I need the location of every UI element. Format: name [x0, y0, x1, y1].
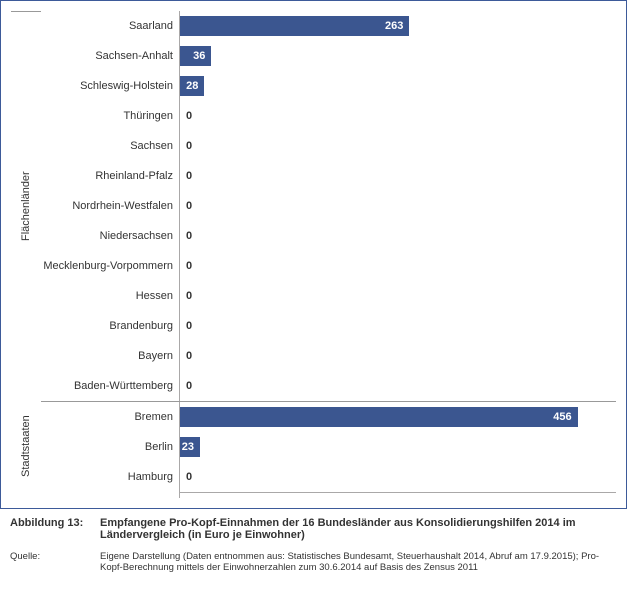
category-label: Saarland	[41, 20, 179, 32]
bar-value: 0	[180, 350, 192, 362]
bar-row: Baden-Württemberg 0	[41, 371, 616, 401]
category-label: Sachsen-Anhalt	[41, 50, 179, 62]
bar-row: Sachsen 0	[41, 131, 616, 161]
category-label: Niedersachsen	[41, 230, 179, 242]
bar-cell: 0	[180, 376, 616, 396]
category-label: Bayern	[41, 350, 179, 362]
bar-value: 0	[180, 290, 192, 302]
bar-row: Schleswig-Holstein 28	[41, 71, 616, 101]
bar: 36	[180, 46, 211, 66]
x-axis	[41, 492, 616, 502]
bars-area: Saarland 263 Sachsen-Anhalt 36 S	[41, 11, 616, 502]
bar-row: Nordrhein-Westfalen 0	[41, 191, 616, 221]
bar-value: 0	[180, 140, 192, 152]
bar-cell: 0	[180, 166, 616, 186]
bar: 263	[180, 16, 409, 36]
bar-row: Hessen 0	[41, 281, 616, 311]
bar: 23	[180, 437, 200, 457]
source-lead: Quelle:	[10, 551, 100, 573]
bar-row: Hamburg 0	[41, 462, 616, 492]
bar-row: Rheinland-Pfalz 0	[41, 161, 616, 191]
bar-row: Sachsen-Anhalt 36	[41, 41, 616, 71]
bar-value: 0	[180, 320, 192, 332]
bar-row: Bremen 456	[41, 402, 616, 432]
group-label-stadtstaaten: Stadtstaaten	[11, 401, 41, 491]
bar-cell: 0	[180, 136, 616, 156]
category-label: Schleswig-Holstein	[41, 80, 179, 92]
chart-inner: Flächenländer Stadtstaaten Saarland 263 …	[11, 11, 616, 502]
figure-caption: Abbildung 13: Empfangene Pro-Kopf-Einnah…	[0, 509, 627, 543]
bar-value: 0	[180, 471, 192, 483]
category-label: Berlin	[41, 441, 179, 453]
bar-value: 23	[176, 441, 200, 453]
bar-row: Mecklenburg-Vorpommern 0	[41, 251, 616, 281]
bar-cell: 0	[180, 196, 616, 216]
bar-cell: 263	[180, 16, 616, 36]
category-label: Rheinland-Pfalz	[41, 170, 179, 182]
category-label: Hamburg	[41, 471, 179, 483]
bar-row: Berlin 23	[41, 432, 616, 462]
bar: 456	[180, 407, 578, 427]
category-label: Baden-Württemberg	[41, 380, 179, 392]
bar-value: 263	[379, 20, 409, 32]
bar-value: 36	[187, 50, 211, 62]
bar-cell: 0	[180, 346, 616, 366]
bar-cell: 28	[180, 76, 616, 96]
bar-value: 456	[547, 411, 577, 423]
bar-cell: 0	[180, 467, 616, 487]
bar-value: 0	[180, 230, 192, 242]
category-label: Hessen	[41, 290, 179, 302]
bar-value: 28	[180, 80, 204, 92]
category-label: Sachsen	[41, 140, 179, 152]
bar-cell: 0	[180, 106, 616, 126]
bar-value: 0	[180, 200, 192, 212]
bar-cell: 23	[180, 437, 616, 457]
category-label: Bremen	[41, 411, 179, 423]
bar-row: Niedersachsen 0	[41, 221, 616, 251]
bar-cell: 0	[180, 286, 616, 306]
bar-row: Saarland 263	[41, 11, 616, 41]
bar: 28	[180, 76, 204, 96]
category-label: Brandenburg	[41, 320, 179, 332]
caption-lead: Abbildung 13:	[10, 517, 100, 541]
bar-value: 0	[180, 170, 192, 182]
bar-cell: 456	[180, 407, 616, 427]
bar-cell: 0	[180, 226, 616, 246]
category-label: Mecklenburg-Vorpommern	[41, 260, 179, 272]
bar-row: Thüringen 0	[41, 101, 616, 131]
bar-value: 0	[180, 380, 192, 392]
group-axis: Flächenländer Stadtstaaten	[11, 11, 41, 502]
bar-value: 0	[180, 260, 192, 272]
bar-row: Brandenburg 0	[41, 311, 616, 341]
category-label: Thüringen	[41, 110, 179, 122]
bar-cell: 0	[180, 256, 616, 276]
figure-source: Quelle: Eigene Darstellung (Daten entnom…	[0, 543, 627, 575]
bar-row: Bayern 0	[41, 341, 616, 371]
bar-value: 0	[180, 110, 192, 122]
bar-cell: 36	[180, 46, 616, 66]
group-label-flaechenlaender: Flächenländer	[11, 11, 41, 401]
chart-container: Flächenländer Stadtstaaten Saarland 263 …	[0, 0, 627, 509]
bar-cell: 0	[180, 316, 616, 336]
category-label: Nordrhein-Westfalen	[41, 200, 179, 212]
caption-text: Empfangene Pro-Kopf-Einnahmen der 16 Bun…	[100, 517, 617, 541]
source-text: Eigene Darstellung (Daten entnommen aus:…	[100, 551, 617, 573]
